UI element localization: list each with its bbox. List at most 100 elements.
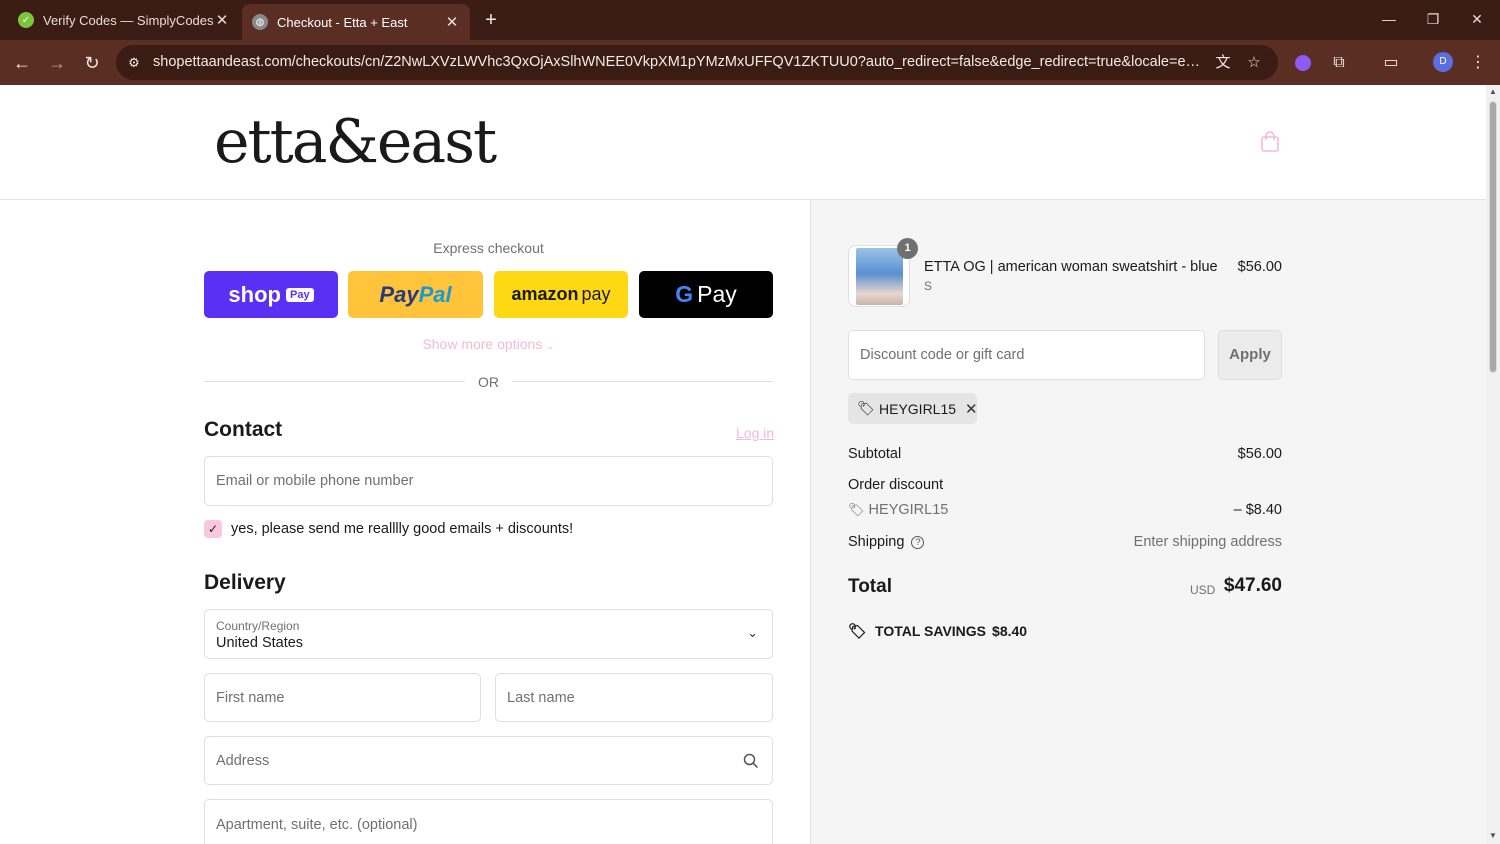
tag-icon: 🏷︎ [848,502,865,517]
store-logo[interactable]: etta&east [214,107,497,177]
delivery-title: Delivery [204,571,286,594]
order-discount-row: Order discount [848,477,1282,493]
checkout-page: etta&east Express checkout shop Pay Pay P… [0,85,1486,844]
product-variant: S [924,279,933,293]
tab-title: Checkout - Etta + East [277,14,408,30]
google-pay-button[interactable]: G Pay [639,271,773,318]
tag-icon: 🏷︎ [857,400,875,416]
show-more-options-link[interactable]: Show more options ⌄ [204,336,773,352]
scroll-up-arrow-icon[interactable]: ▲ [1488,87,1498,96]
minimize-button[interactable]: — [1374,6,1404,32]
order-discount-value: – $8.40 [1233,502,1282,518]
country-label: Country/Region [216,619,300,633]
shipping-row: Shipping ? Enter shipping address [848,534,1282,550]
tab-title: Verify Codes — SimplyCodes [43,12,214,28]
paypal-logo-part1: Pay [379,281,419,307]
show-more-label: Show more options [422,336,543,352]
apartment-placeholder: Apartment, suite, etc. (optional) [216,817,418,833]
translate-icon[interactable]: 文 [1213,53,1233,73]
country-value: United States [216,635,304,651]
marketing-label[interactable]: yes, please send me realllly good emails… [231,521,573,537]
restore-button[interactable]: ❐ [1418,6,1448,32]
express-checkout-title: Express checkout [433,240,544,256]
applied-code-label: HEYGIRL15 [879,400,957,417]
url-text[interactable]: shopettaandeast.com/checkouts/cn/Z2NwLXV… [153,54,1203,70]
forward-button[interactable]: → [44,50,70,76]
or-divider: OR [204,374,773,390]
total-label: Total [848,576,892,597]
first-name-field[interactable]: First name [204,673,481,722]
scroll-down-arrow-icon[interactable]: ▼ [1488,831,1498,840]
reading-mode-icon[interactable]: ▭ [1380,52,1402,74]
quantity-badge: 1 [897,238,918,259]
site-settings-icon[interactable]: ⚙ [124,53,144,73]
back-button[interactable]: ← [9,50,35,76]
simplycodes-check-icon: ✓ [18,12,34,28]
order-summary-panel [810,200,1486,844]
chevron-down-icon: ⌄ [546,341,555,352]
reload-button[interactable]: ↻ [79,50,105,76]
close-icon[interactable]: ✕ [444,13,460,31]
browser-tab-bar: ✓ Verify Codes — SimplyCodes ✕ ◍ Checkou… [0,0,1500,40]
last-name-field[interactable]: Last name [495,673,773,722]
extension-icon[interactable] [1292,52,1314,74]
remove-discount-icon[interactable]: ✕ [965,400,978,418]
total-currency: USD [1190,583,1216,597]
marketing-checkbox[interactable]: ✓ [204,520,222,538]
subtotal-row: Subtotal $56.00 [848,446,1282,462]
close-window-button[interactable]: ✕ [1462,6,1492,32]
page-scrollbar[interactable]: ▲ ▼ [1486,85,1500,844]
close-icon[interactable]: ✕ [214,11,230,29]
browser-toolbar: ← → ↻ ⚙ shopettaandeast.com/checkouts/cn… [0,40,1500,85]
total-savings: 🏷︎ TOTAL SAVINGS $8.40 [848,622,1027,640]
bookmark-star-icon[interactable]: ☆ [1244,53,1264,73]
country-select[interactable]: Country/Region United States ⌄ [204,609,773,659]
google-pay-word: Pay [697,281,737,307]
order-discount-code: HEYGIRL15 [868,502,949,518]
tab-checkout[interactable]: ◍ Checkout - Etta + East ✕ [242,4,470,40]
shop-pay-word: shop [228,281,281,307]
amazon-pay-button[interactable]: amazon pay [494,271,628,318]
profile-avatar[interactable]: D [1433,52,1453,72]
paypal-logo-part2: Pal [418,281,452,307]
scrollbar-thumb[interactable] [1489,101,1497,373]
shop-pay-button[interactable]: shop Pay [204,271,338,318]
subtotal-label: Subtotal [848,446,902,462]
store-header: etta&east [0,85,1486,200]
product-name: ETTA OG | american woman sweatshirt - bl… [924,259,1218,275]
menu-icon[interactable]: ⋮ [1467,52,1489,74]
divider-line [204,381,465,382]
amazon-pay-word: pay [581,284,611,304]
tab-simplycodes[interactable]: ✓ Verify Codes — SimplyCodes ✕ [8,0,240,40]
shop-pay-badge: Pay [285,287,314,302]
log-in-link[interactable]: Log in [736,425,774,441]
savings-label: TOTAL SAVINGS [875,623,987,639]
search-icon [743,753,759,769]
address-placeholder: Address [216,753,270,769]
contact-title: Contact [204,418,283,441]
product-image [856,248,903,305]
order-discount-label: Order discount [848,477,944,493]
last-name-placeholder: Last name [507,690,575,706]
discount-code-field[interactable]: Discount code or gift card [848,330,1205,380]
email-placeholder: Email or mobile phone number [216,473,414,489]
globe-icon: ◍ [252,14,268,30]
applied-discount-chip: 🏷︎ HEYGIRL15 ✕ [848,393,978,424]
new-tab-button[interactable]: + [480,8,502,32]
shipping-label: Shipping [848,534,905,550]
email-field[interactable]: Email or mobile phone number [204,456,773,506]
paypal-button[interactable]: Pay Pal [348,271,483,318]
product-price: $56.00 [1237,259,1282,275]
total-value: $47.60 [1223,575,1282,596]
apply-discount-button[interactable]: Apply [1218,330,1282,380]
discount-placeholder: Discount code or gift card [860,347,1025,363]
shopping-bag-icon[interactable] [1259,131,1281,153]
order-discount-code-row: 🏷︎ HEYGIRL15 – $8.40 [848,502,1282,518]
help-circle-icon[interactable]: ? [911,535,925,549]
address-field[interactable]: Address [204,736,773,785]
extensions-puzzle-icon[interactable]: ⧉ [1328,52,1350,74]
address-bar[interactable]: ⚙ shopettaandeast.com/checkouts/cn/Z2NwL… [116,45,1278,80]
google-g-icon: G [675,281,694,307]
apartment-field[interactable]: Apartment, suite, etc. (optional) [204,799,773,844]
shipping-value: Enter shipping address [1133,534,1282,550]
